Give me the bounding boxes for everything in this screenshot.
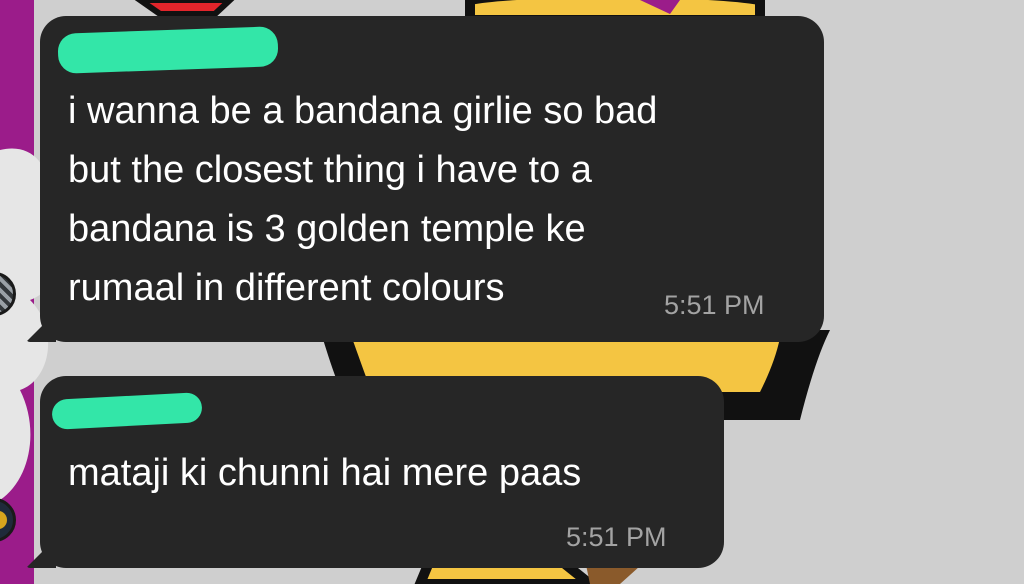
bubble-tail [26,544,56,568]
message-line: bandana is 3 golden temple ke [68,208,586,250]
message-line: but the closest thing i have to a [68,149,592,191]
message-timestamp: 5:51 PM [566,522,667,552]
message-line: rumaal in different colours [68,267,505,309]
message-line: i wanna be a bandana girlie so bad [68,90,658,132]
redaction-mark [57,26,279,74]
bubble-tail [26,318,56,342]
message-line: mataji ki chunni hai mere paas [68,452,582,494]
message-text: mataji ki chunni hai mere paas [68,444,581,503]
wallpaper-red-accent [134,0,235,17]
message-timestamp: 5:51 PM [664,290,765,320]
message-text: i wanna be a bandana girlie so bad but t… [68,82,657,318]
